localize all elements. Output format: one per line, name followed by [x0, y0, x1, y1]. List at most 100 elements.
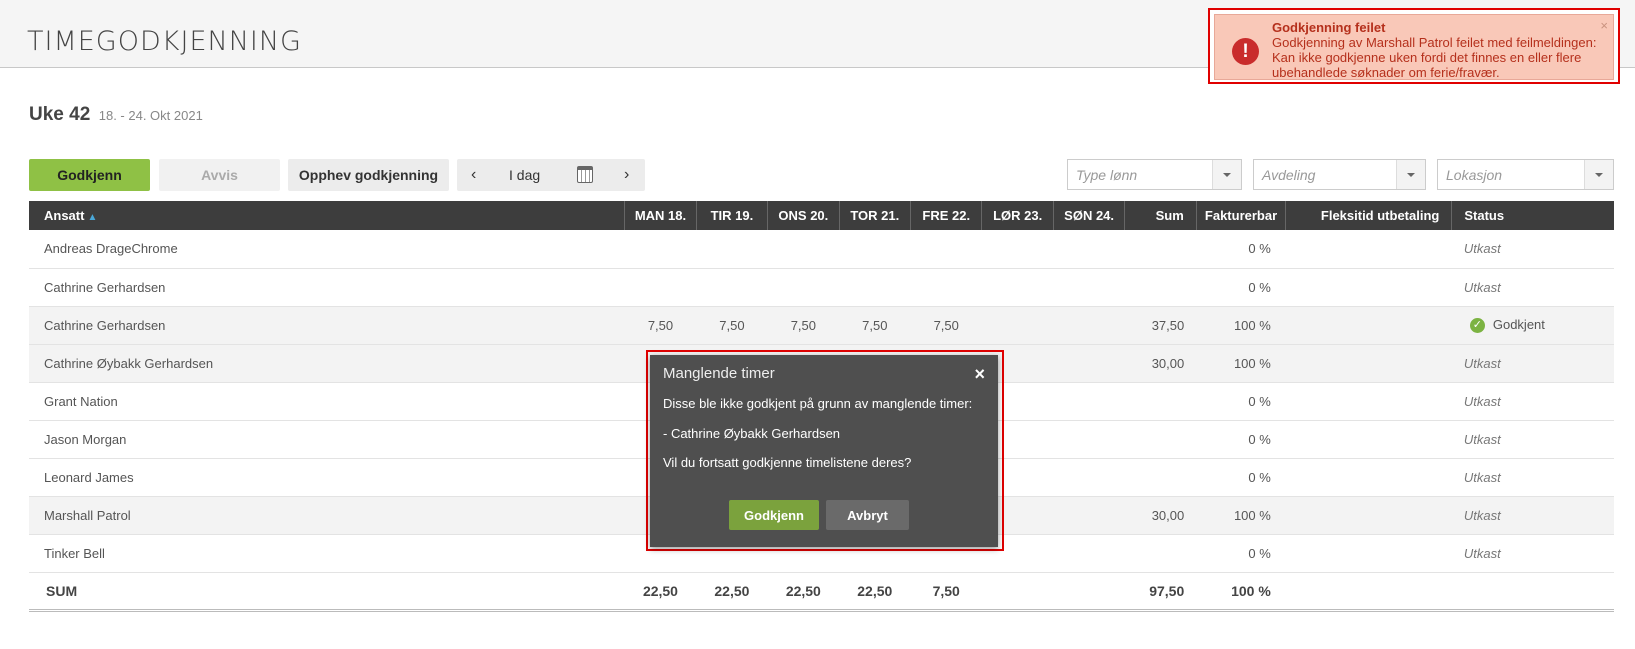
- chevron-down-icon[interactable]: [1584, 160, 1613, 189]
- sort-ascending-icon[interactable]: ▲: [87, 212, 97, 223]
- column-header-tue: TIR 19.: [696, 201, 769, 230]
- employee-link[interactable]: Andreas DrageChrome: [29, 230, 625, 269]
- total-sum: 97,50: [1124, 572, 1197, 612]
- department-select[interactable]: Avdeling: [1253, 159, 1426, 190]
- row-sum: [1124, 420, 1197, 459]
- total-fri: 7,50: [910, 572, 982, 612]
- row-billable: 100 %: [1196, 306, 1286, 345]
- status-badge: Utkast: [1463, 241, 1501, 257]
- row-status: Utkast: [1451, 382, 1614, 421]
- total-tue: 22,50: [696, 572, 768, 612]
- close-icon[interactable]: ×: [1600, 18, 1608, 33]
- employee-link[interactable]: Cathrine Gerhardsen: [29, 306, 625, 345]
- employee-link[interactable]: Marshall Patrol: [29, 496, 625, 535]
- week-label: Uke 42: [29, 104, 91, 125]
- hours-sat: [981, 268, 1054, 307]
- hours-wed: [767, 268, 840, 307]
- dialog-text-question: Vil du fortsatt godkjenne timelistene de…: [663, 455, 912, 470]
- row-flex: [1285, 344, 1452, 383]
- total-flex: [1285, 572, 1452, 612]
- total-billable: 100 %: [1196, 572, 1286, 612]
- dialog-approve-button[interactable]: Godkjenn: [729, 500, 819, 530]
- employee-link[interactable]: Tinker Bell: [29, 534, 625, 573]
- next-week-button[interactable]: ›: [624, 166, 629, 184]
- total-status: [1451, 572, 1614, 612]
- location-placeholder: Lokasjon: [1446, 167, 1503, 183]
- total-wed: 22,50: [767, 572, 840, 612]
- column-header-sat: LØR 23.: [981, 201, 1054, 230]
- toast-message: Godkjenning av Marshall Patrol feilet me…: [1272, 35, 1597, 80]
- row-sum: 30,00: [1124, 496, 1197, 535]
- today-button[interactable]: I dag: [509, 167, 540, 183]
- week-heading: Uke 42 18. - 24. Okt 2021: [29, 104, 203, 126]
- approve-button[interactable]: Godkjenn: [29, 159, 150, 191]
- row-billable: 0 %: [1196, 268, 1286, 307]
- error-circle-icon: !: [1232, 38, 1259, 65]
- department-placeholder: Avdeling: [1262, 167, 1316, 183]
- employee-link[interactable]: Cathrine Gerhardsen: [29, 268, 625, 307]
- week-range: 18. - 24. Okt 2021: [98, 108, 203, 123]
- hours-sun: [1053, 382, 1125, 421]
- employee-link[interactable]: Jason Morgan: [29, 420, 625, 459]
- status-badge: Utkast: [1463, 355, 1501, 371]
- hours-thu: 7,50: [839, 306, 911, 345]
- row-flex: [1285, 306, 1452, 345]
- location-select[interactable]: Lokasjon: [1437, 159, 1614, 190]
- total-sun: [1053, 572, 1125, 612]
- status-badge: Utkast: [1463, 279, 1501, 295]
- status-badge: Utkast: [1463, 431, 1501, 447]
- column-header-sum: Sum: [1124, 201, 1197, 230]
- dialog-title: Manglende timer: [663, 365, 775, 382]
- row-billable: 0 %: [1196, 458, 1286, 497]
- column-header-thu: TOR 21.: [839, 201, 912, 230]
- column-header-employee[interactable]: Ansatt ▲: [29, 201, 626, 230]
- row-flex: [1285, 420, 1452, 459]
- row-flex: [1285, 534, 1452, 573]
- table-row: Cathrine Gerhardsen 7,50 7,50 7,50 7,50 7,50 3…: [29, 306, 1614, 345]
- employee-link[interactable]: Grant Nation: [29, 382, 625, 421]
- row-status: Utkast: [1451, 230, 1614, 269]
- hours-fri: 7,50: [910, 306, 982, 345]
- row-status: Utkast: [1451, 458, 1614, 497]
- row-flex: [1285, 268, 1452, 307]
- employee-link[interactable]: Leonard James: [29, 458, 625, 497]
- hours-sun: [1053, 344, 1125, 383]
- status-badge: Utkast: [1463, 545, 1501, 561]
- pay-type-placeholder: Type lønn: [1076, 167, 1138, 183]
- revoke-approval-button[interactable]: Opphev godkjenning: [288, 159, 449, 191]
- pay-type-select[interactable]: Type lønn: [1067, 159, 1242, 190]
- chevron-down-icon[interactable]: [1396, 160, 1425, 189]
- chevron-down-icon[interactable]: [1212, 160, 1241, 189]
- prev-week-button[interactable]: ‹: [471, 166, 476, 184]
- totals-label: SUM: [29, 572, 625, 612]
- table-header-row: Ansatt ▲ MAN 18. TIR 19. ONS 20. TOR 21. …: [29, 201, 1614, 230]
- status-badge: Godkjent: [1492, 316, 1545, 332]
- close-icon[interactable]: ×: [974, 364, 985, 385]
- hours-mon: 7,50: [624, 306, 697, 345]
- employee-link[interactable]: Cathrine Øybakk Gerhardsen: [29, 344, 625, 383]
- row-sum: 30,00: [1124, 344, 1197, 383]
- hours-sun: [1053, 496, 1125, 535]
- reject-button[interactable]: Avvis: [159, 159, 280, 191]
- hours-sun: [1053, 420, 1125, 459]
- calendar-icon[interactable]: [577, 166, 593, 183]
- column-header-wed: ONS 20.: [767, 201, 840, 230]
- hours-thu: [839, 268, 911, 307]
- row-flex: [1285, 496, 1452, 535]
- column-header-billable: Fakturerbar: [1196, 201, 1287, 230]
- dialog-text-employee: - Cathrine Øybakk Gerhardsen: [663, 426, 841, 441]
- row-sum: [1124, 382, 1197, 421]
- dialog-cancel-button[interactable]: Avbryt: [826, 500, 909, 530]
- column-header-mon: MAN 18.: [624, 201, 697, 230]
- total-thu: 22,50: [839, 572, 911, 612]
- hours-mon: [624, 230, 697, 269]
- table-row: Cathrine Gerhardsen 0 % Utkast: [29, 268, 1614, 307]
- row-sum: [1124, 268, 1197, 307]
- page-title: TIMEGODKJENNING: [27, 26, 302, 57]
- row-billable: 0 %: [1196, 230, 1286, 269]
- row-billable: 0 %: [1196, 534, 1286, 573]
- row-billable: 0 %: [1196, 420, 1286, 459]
- totals-row: SUM 22,50 22,50 22,50 22,50 7,50 97,50 100 %: [29, 572, 1614, 612]
- row-sum: 37,50: [1124, 306, 1197, 345]
- status-badge: Utkast: [1463, 469, 1501, 485]
